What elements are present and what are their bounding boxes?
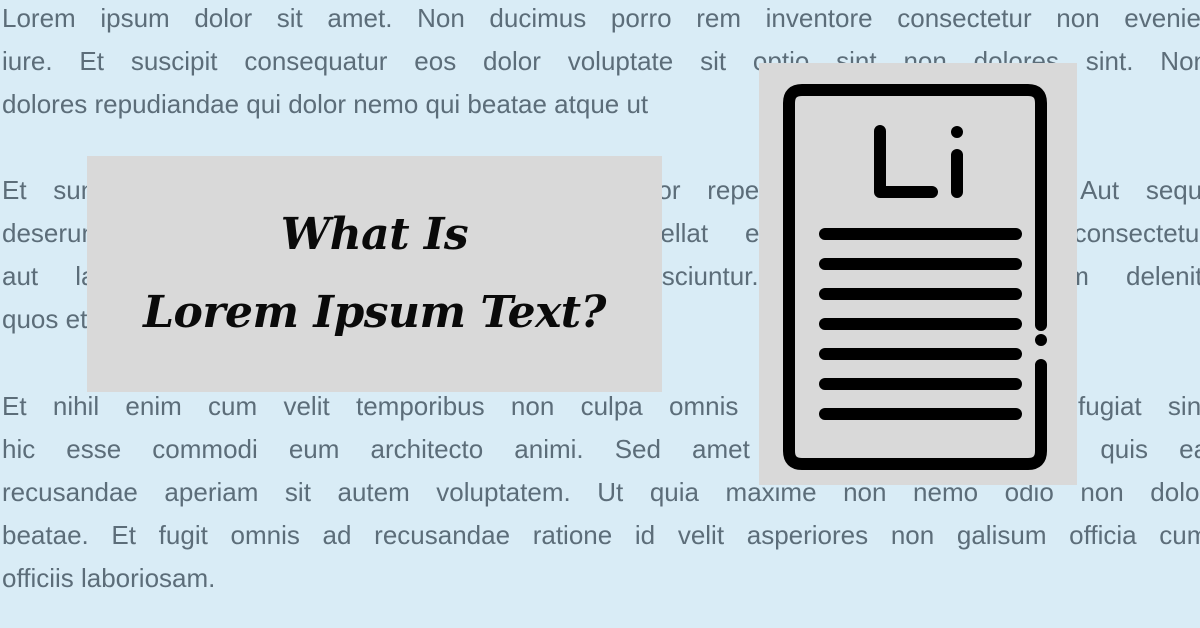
lorem-ipsum-document-icon [783,84,1047,470]
text-line: Lorem ipsum dolor sit amet. Non ducimus … [2,3,1200,33]
text-line: officiis laboriosam. [2,563,216,593]
icon-card [759,63,1077,485]
title-line-1: What Is [280,209,469,260]
letter-l [874,125,938,198]
document-frame [783,84,1047,470]
letter-i-dot [951,126,963,138]
frame-gap-dot [1035,334,1047,346]
text-line: beatae. Et fugit omnis ad recusandae rat… [2,520,1200,550]
title-card: What Is Lorem Ipsum Text? [87,156,662,392]
title-line-2: Lorem Ipsum Text? [143,287,606,338]
